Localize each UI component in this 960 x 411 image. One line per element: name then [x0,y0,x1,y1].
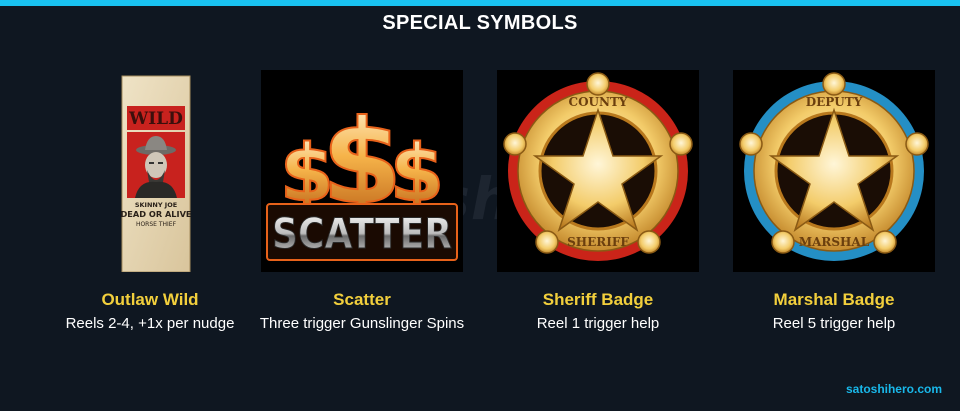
symbol-description: Three trigger Gunslinger Spins [259,315,465,332]
outlaw-wild-art: WILD SKINNY JOE DEAD OR ALIVE HORSE THIE… [49,70,251,272]
scatter-art-text: SCATTER [272,209,452,258]
marshal-badge-icon: DEPUTY MARSHAL [739,72,929,261]
symbol-description: Reel 1 trigger help [536,315,660,332]
poster-line-2: DEAD OR ALIVE [120,209,191,219]
symbol-name: Sheriff Badge [542,290,654,309]
poster-line-1: SKINNY JOE [135,201,177,209]
symbol-card-scatter: $ $ $ SCATTER Scatter Three trigger Guns… [232,70,492,332]
wild-banner-text: WILD [128,109,183,129]
top-accent-bar [0,0,960,6]
page-title: SPECIAL SYMBOLS [382,12,578,34]
badge-bottom-text: MARSHAL [799,235,870,249]
poster-line-3: HORSE THIEF [136,221,177,228]
dollar-scatter-icon: $ $ $ SCATTER [266,94,458,261]
sheriff-badge-icon: COUNTY SHERIFF [503,72,693,261]
symbol-card-sheriff-badge: COUNTY SHERIFF Sheriff Badge Reel 1 trig… [468,70,728,332]
badge-bottom-text: SHERIFF [567,235,629,249]
scatter-art: $ $ $ SCATTER [261,70,463,272]
wanted-poster-icon: WILD SKINNY JOE DEAD OR ALIVE HORSE THIE… [120,75,192,272]
badge-top-text: COUNTY [569,95,628,109]
marshal-badge-art: DEPUTY MARSHAL [733,70,935,272]
symbol-name: Marshal Badge [773,290,895,309]
badge-top-text: DEPUTY [806,95,863,109]
symbol-card-marshal-badge: DEPUTY MARSHAL Marshal Badge Reel 5 trig… [704,70,960,332]
site-credit: satoshihero.com [845,382,942,396]
symbol-name: Scatter [333,290,391,309]
symbol-description: Reel 5 trigger help [772,315,896,332]
sheriff-badge-art: COUNTY SHERIFF [497,70,699,272]
